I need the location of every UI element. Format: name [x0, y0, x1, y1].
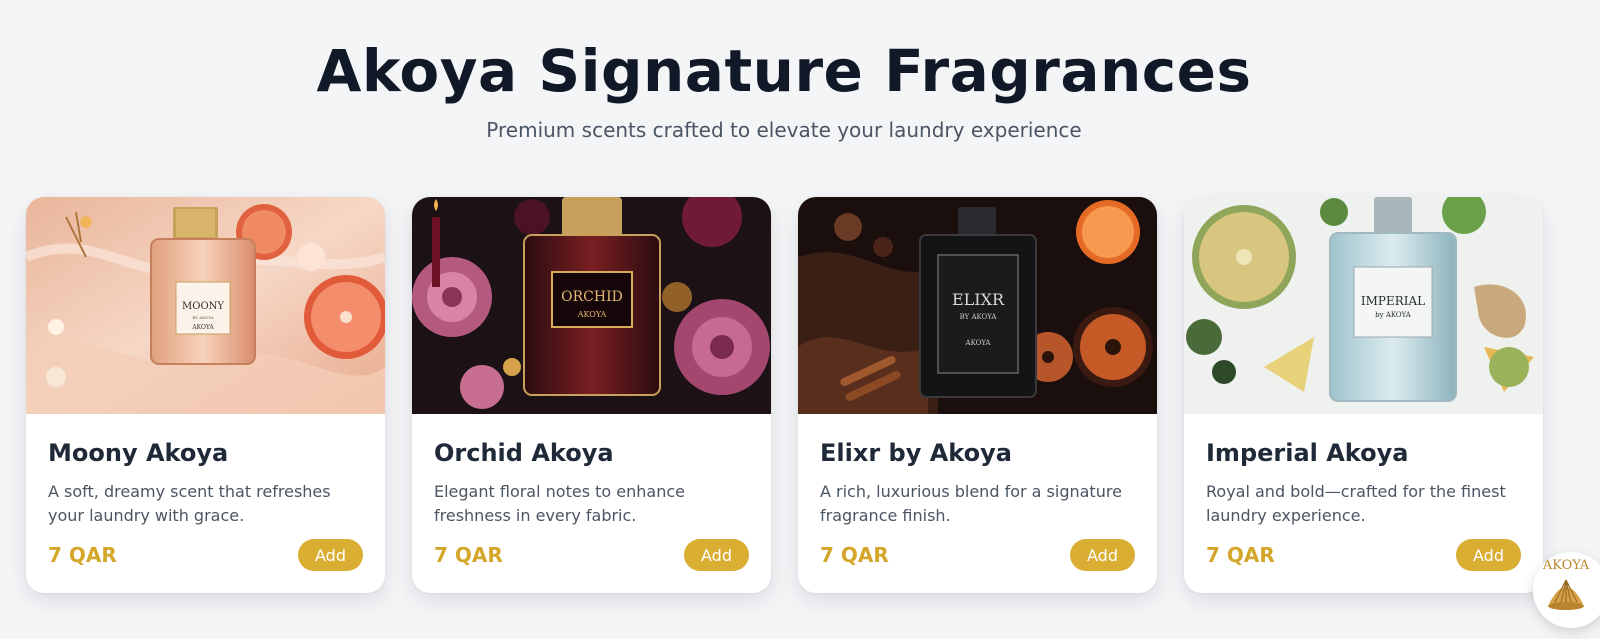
- product-price: 7 QAR: [434, 543, 503, 567]
- bottle-label-moony: MOONY: [182, 301, 224, 312]
- add-to-cart-button[interactable]: Add: [298, 539, 363, 571]
- product-name: Orchid Akoya: [434, 439, 614, 467]
- bottle-sublabel-elixr: BY AKOYA: [960, 313, 998, 321]
- product-name: Elixr by Akoya: [820, 439, 1012, 467]
- bottle-brand-elixr: AKOYA: [965, 339, 992, 347]
- product-price: 7 QAR: [48, 543, 117, 567]
- product-description: A soft, dreamy scent that refreshes your…: [48, 482, 331, 525]
- add-to-cart-button[interactable]: Add: [684, 539, 749, 571]
- scrollbar-gutter: [1568, 0, 1600, 639]
- product-card-elixr: ELIXR BY AKOYA AKOYA Elixr by Akoya A ri…: [798, 197, 1157, 593]
- bottle-label-imperial: IMPERIAL: [1361, 294, 1425, 308]
- bottle-label-elixr: ELIXR: [952, 290, 1005, 309]
- product-image-imperial: IMPERIAL by AKOYA: [1184, 197, 1543, 414]
- product-name: Moony Akoya: [48, 439, 229, 467]
- shell-icon: [1548, 579, 1584, 610]
- page-subtitle: Premium scents crafted to elevate your l…: [486, 118, 1082, 142]
- bottle-label-orchid: ORCHID: [561, 289, 623, 305]
- product-image-elixr: ELIXR BY AKOYA AKOYA: [798, 197, 1157, 414]
- add-to-cart-button[interactable]: Add: [1070, 539, 1135, 571]
- product-image-orchid: ORCHID AKOYA: [412, 197, 771, 414]
- product-description: A rich, luxurious blend for a signature …: [820, 482, 1122, 525]
- bottle-brand-moony: AKOYA: [191, 324, 214, 331]
- bottle-sublabel-moony: BY AKOYA: [192, 315, 213, 320]
- bottle-brand-imperial: by AKOYA: [1375, 311, 1412, 319]
- brand-badge[interactable]: AKOYA: [1533, 552, 1600, 628]
- product-description: Royal and bold—crafted for the finest la…: [1206, 482, 1506, 525]
- bottle-brand-orchid: AKOYA: [577, 310, 607, 319]
- page-header: Akoya Signature Fragrances Premium scent…: [0, 0, 1568, 144]
- product-price: 7 QAR: [820, 543, 889, 567]
- product-description: Elegant floral notes to enhance freshnes…: [434, 482, 685, 525]
- product-card-moony: MOONY BY AKOYA AKOYA Moony Akoya A soft,…: [26, 197, 385, 593]
- product-card-imperial: IMPERIAL by AKOYA Imperial Akoya Royal a…: [1184, 197, 1543, 593]
- product-name: Imperial Akoya: [1206, 439, 1409, 467]
- page-title: Akoya Signature Fragrances: [316, 37, 1252, 105]
- product-price: 7 QAR: [1206, 543, 1275, 567]
- add-to-cart-button[interactable]: Add: [1456, 539, 1521, 571]
- product-card-orchid: ORCHID AKOYA Orchid Akoya Elegant floral…: [412, 197, 771, 593]
- product-image-moony: MOONY BY AKOYA AKOYA: [26, 197, 385, 414]
- product-grid: MOONY BY AKOYA AKOYA Moony Akoya A soft,…: [26, 197, 1543, 593]
